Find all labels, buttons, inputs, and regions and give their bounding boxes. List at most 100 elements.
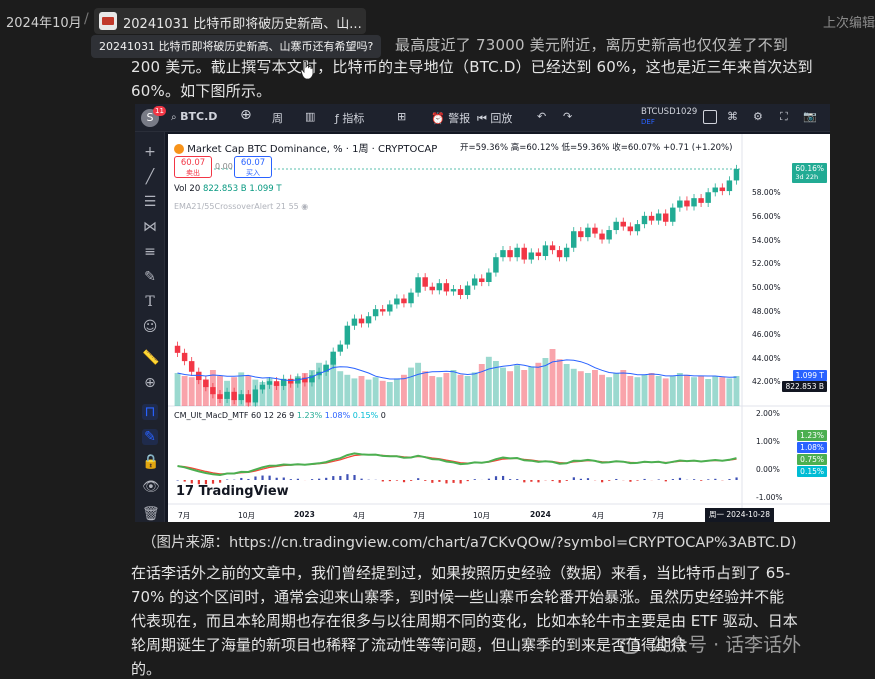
camera-icon[interactable]: 📷 [803, 110, 817, 123]
candle [266, 381, 273, 385]
volume-bar [478, 364, 485, 406]
candle [464, 285, 471, 295]
macd-histogram-bar [247, 479, 250, 480]
volume-legend-value-2: 1.099 T [249, 184, 282, 194]
macd-legend-value-4: 0 [380, 411, 386, 420]
zoom-in-icon[interactable]: ⊕ [142, 375, 158, 391]
macd-histogram-bar [586, 478, 590, 480]
candle [493, 257, 499, 273]
volume-bar [535, 362, 542, 406]
volume-bar [358, 376, 365, 406]
layout-box-icon[interactable] [703, 110, 717, 124]
trash-icon[interactable]: 🗑 [142, 506, 160, 522]
tv-replay-label: 回放 [490, 112, 513, 125]
volume-bar [507, 371, 513, 406]
layout-icon[interactable]: ⊞ [397, 110, 406, 123]
add-symbol-icon[interactable]: ⊕ [240, 107, 252, 123]
trendline-icon[interactable]: ╱ [142, 169, 158, 185]
brush-icon[interactable]: ✎ [142, 269, 158, 285]
candle [613, 221, 619, 231]
tv-ticker-box[interactable]: BTCUSD1029 DEF [641, 107, 697, 127]
emoji-icon[interactable]: ☺ [142, 319, 158, 335]
candle [259, 384, 266, 390]
volume-bar [691, 377, 697, 406]
crosshair-icon[interactable]: + [142, 144, 158, 160]
time-axis-label: 7月 [652, 511, 665, 520]
buy-button[interactable]: 60.07 买入 [234, 156, 272, 178]
volume-bar [393, 378, 400, 406]
macd-legend-value-3: 0.15% [352, 411, 379, 420]
magnet-icon[interactable]: ⊓ [142, 404, 158, 420]
pitchfork-icon[interactable]: ⋈ [142, 219, 158, 235]
volume-bar [563, 364, 570, 406]
tv-symbol-search[interactable]: ⌕ BTC.D [171, 110, 217, 123]
search-icon: ⌕ [171, 112, 177, 123]
macd-histogram-bar [636, 480, 639, 481]
object-tree-icon[interactable]: ⌘ [727, 110, 738, 123]
candle [351, 318, 358, 326]
macd-histogram-bar [473, 479, 476, 480]
volume-bar [188, 377, 195, 406]
eye-icon[interactable]: 👁 [142, 479, 160, 495]
undo-icon[interactable]: ↶ [537, 110, 546, 123]
macd-histogram-bar [615, 478, 618, 480]
candle [698, 198, 704, 203]
candle [606, 230, 612, 240]
macd-histogram-bar [445, 480, 448, 484]
macd-axis-tag: 0.75% [797, 454, 827, 465]
macd-axis-tag: 0.15% [797, 466, 827, 477]
parallel-lines-icon[interactable]: ☰ [142, 194, 158, 210]
tv-replay-button[interactable]: ⏮ 回放 [477, 110, 512, 126]
lock-drawing-icon[interactable]: ✎ [142, 429, 158, 445]
macd-histogram-bar [494, 476, 498, 480]
replay-icon: ⏮ [477, 112, 487, 125]
macd-histogram-bar [509, 479, 512, 480]
settings-gear-icon[interactable]: ⚙ [753, 110, 763, 123]
macd-axis-label: -1.00% [756, 493, 783, 502]
ema-legend-text: EMA21/55CrossoverAlert 21 55 [174, 202, 299, 211]
tv-chart-pane[interactable]: Market Cap BTC Dominance, % · 1周 · CRYPT… [168, 134, 830, 522]
macd-histogram-bar [261, 475, 264, 480]
lock-icon[interactable]: 🔒 [142, 454, 159, 470]
candle [500, 250, 506, 258]
macd-histogram-bar [558, 480, 561, 483]
candle [655, 213, 662, 221]
time-axis-label: 7月 [178, 511, 191, 520]
time-axis-label: 4月 [592, 511, 605, 520]
fullscreen-icon[interactable]: ⛶ [780, 110, 788, 124]
macd-histogram-bar [388, 480, 391, 482]
alert-clock-icon: ⏰ [431, 112, 445, 125]
candle [238, 394, 244, 401]
candle [684, 200, 690, 207]
macd-histogram-bar [282, 477, 285, 480]
breadcrumb-tooltip: 20241031 比特币即将破历史新高、山寨币还有希望吗? [91, 35, 382, 58]
fib-retracement-icon[interactable]: ≡ [142, 244, 158, 260]
sell-button[interactable]: 60.07 卖出 [174, 156, 212, 178]
volume-bar [457, 374, 464, 406]
tradingview-chart-image: S 11 ⌕ BTC.D ⊕ 周 ▥ ƒ 指标 ⊞ ⏰ 警报 ⏮ 回放 ↶ ↷ … [135, 104, 830, 522]
macd-histogram-bar [601, 480, 604, 483]
macd-histogram-bar [664, 480, 667, 482]
tv-indicators-button[interactable]: ƒ 指标 [335, 110, 364, 126]
tv-interval-button[interactable]: 周 [272, 110, 283, 126]
visibility-eye-icon[interactable]: ◉ [301, 202, 308, 211]
breadcrumb-current-doc[interactable]: 20241031 比特币即将破历史新高、山... [94, 8, 366, 34]
ruler-icon[interactable]: 📏 [142, 350, 159, 366]
volume-bar [528, 366, 535, 406]
time-axis-label: 4月 [353, 511, 366, 520]
breadcrumb-year[interactable]: 2024年10月 [6, 12, 82, 31]
candle [330, 351, 336, 365]
candle [585, 227, 591, 238]
volume-bar [436, 377, 443, 406]
volume-bar [485, 356, 492, 406]
candle [479, 278, 485, 282]
text-tool-icon[interactable]: T [142, 294, 158, 310]
price-axis-label: 58.00% [752, 188, 781, 198]
macd-histogram-bar [346, 474, 349, 480]
candle-style-icon[interactable]: ▥ [305, 110, 315, 123]
candle [563, 247, 570, 258]
candle [394, 298, 400, 305]
price-axis-label: 52.00% [752, 259, 781, 269]
tv-alert-button[interactable]: ⏰ 警报 [431, 110, 470, 126]
redo-icon[interactable]: ↷ [563, 110, 572, 123]
